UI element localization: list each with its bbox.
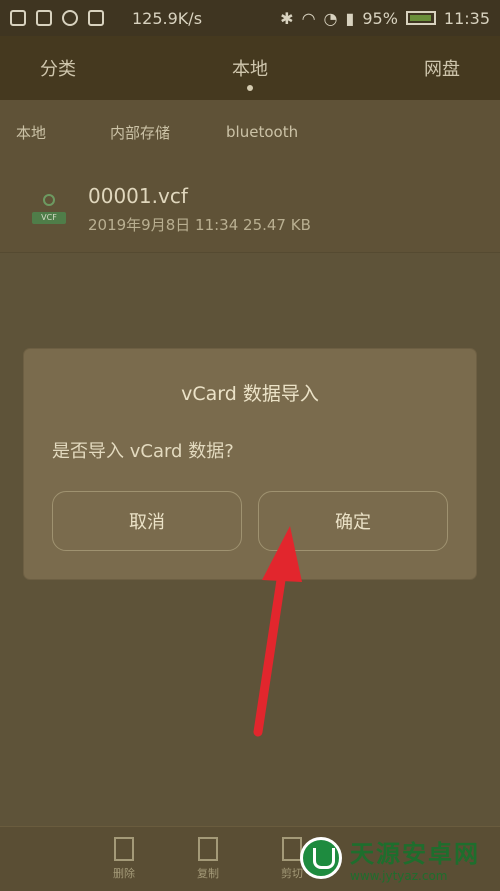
copy-label: 复制 <box>197 867 219 880</box>
trash-icon <box>114 837 134 861</box>
copy-icon <box>198 837 218 861</box>
delete-action[interactable]: 删除 <box>94 837 154 881</box>
copy-action[interactable]: 复制 <box>178 837 238 881</box>
android-logo-icon <box>300 837 342 879</box>
delete-label: 删除 <box>113 867 135 880</box>
watermark-name: 天源安卓网 <box>350 839 480 868</box>
watermark-url: www.jytyaz.com <box>350 868 448 883</box>
site-watermark: 天源安卓网 www.jytyaz.com <box>300 828 500 888</box>
red-arrow-annotation <box>253 526 302 737</box>
scissors-icon <box>282 837 302 861</box>
